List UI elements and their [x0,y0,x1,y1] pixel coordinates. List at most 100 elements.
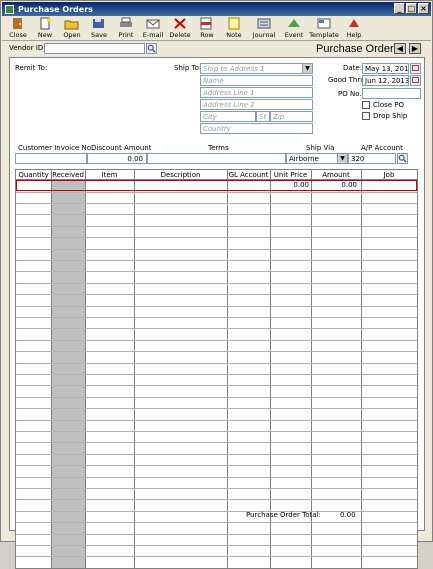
table-row[interactable] [16,191,417,193]
ap-account-field[interactable]: 320 [348,153,396,164]
table-row[interactable] [16,271,417,273]
ship-to-select[interactable]: Ship to Address 1 [200,63,313,74]
ship-state-field[interactable]: St [256,111,270,122]
table-row[interactable] [16,351,417,353]
table-row[interactable] [16,522,417,524]
column-divider [270,170,271,568]
previous-record-button[interactable]: ◀ [394,43,406,54]
purchase-orders-window: Purchase Orders _ □ × Close New Open Sav… [0,0,433,569]
vendor-id-field[interactable] [44,43,145,54]
column-header-gl-account[interactable]: GL Account [227,170,270,180]
table-row[interactable] [16,465,417,467]
close-po-checkbox[interactable] [362,101,370,109]
left-arrow-icon: ◀ [396,44,404,53]
table-row[interactable] [16,237,417,239]
magnifier-icon [147,44,156,53]
table-row[interactable] [16,328,417,330]
terms-field[interactable] [147,153,286,164]
good-thru-field[interactable]: Jun 12, 2013 [362,75,409,86]
template-button[interactable]: Template [309,17,339,39]
help-icon [349,19,359,27]
next-record-button[interactable]: ▶ [409,43,421,54]
print-button[interactable]: Print [114,17,138,39]
drop-ship-label: Drop Ship [373,112,408,120]
column-header-item[interactable]: Item [85,170,134,180]
discount-amount-field[interactable]: 0.00 [87,153,147,164]
vendor-lookup-button[interactable] [146,43,157,54]
column-divider [311,170,312,568]
table-row[interactable] [16,305,417,307]
ship-address-line2-field[interactable]: Address Line 2 [200,99,313,110]
table-row[interactable] [16,373,417,375]
column-header-quantity[interactable]: Quantity [16,170,51,180]
table-row[interactable] [16,316,417,318]
table-row[interactable] [16,225,417,227]
table-row[interactable] [16,442,417,444]
table-row[interactable] [16,510,417,512]
delete-button[interactable]: Delete [168,17,192,39]
new-button[interactable]: New [33,17,57,39]
table-row[interactable] [16,533,417,535]
table-row[interactable] [16,214,417,216]
drop-ship-checkbox[interactable] [362,112,370,120]
column-header-amount[interactable]: Amount [311,170,361,180]
po-number-field[interactable] [362,88,421,99]
table-row[interactable] [16,259,417,261]
column-header-description[interactable]: Description [134,170,227,180]
column-header-received[interactable]: Received [51,170,85,180]
terms-caption: Terms [208,144,229,152]
event-icon [288,19,300,27]
save-button[interactable]: Save [87,17,111,39]
table-row[interactable] [16,248,417,250]
table-row[interactable] [16,396,417,398]
template-icon [317,18,331,29]
table-row[interactable] [16,430,417,432]
date-calendar-button[interactable] [410,63,421,74]
table-row[interactable] [16,487,417,489]
table-row[interactable] [16,419,417,421]
table-row[interactable] [16,339,417,341]
ship-zip-field[interactable]: Zip [270,111,313,122]
journal-button[interactable]: Journal [249,17,279,39]
table-row[interactable] [16,282,417,284]
chevron-down-icon: ▼ [305,65,310,72]
table-row[interactable] [16,385,417,387]
row-button[interactable]: Row [195,17,219,39]
amount-cell[interactable]: 0.00 [313,181,357,189]
email-button[interactable]: E-mail [141,17,165,39]
unit-price-cell[interactable]: 0.00 [272,181,309,189]
good-thru-calendar-button[interactable] [410,75,421,86]
close-po-label: Close PO [373,101,405,109]
table-row[interactable] [16,202,417,204]
help-button[interactable]: Help [342,17,366,39]
ship-to-dropdown-button[interactable]: ▼ [302,63,313,74]
ship-country-field[interactable]: Country [200,123,313,134]
table-row[interactable] [16,556,417,558]
open-button[interactable]: Open [60,17,84,39]
close-window-button[interactable]: × [418,3,429,14]
column-header-job[interactable]: Job [361,170,417,180]
table-row[interactable] [16,362,417,364]
ship-name-field[interactable]: Name [200,75,313,86]
column-divider [134,170,135,568]
note-button[interactable]: Note [222,17,246,39]
table-row[interactable] [16,544,417,546]
date-field[interactable]: May 13, 2013 [362,63,409,74]
ship-address-line1-field[interactable]: Address Line 1 [200,87,313,98]
minimize-button[interactable]: _ [394,3,405,14]
table-row[interactable] [16,294,417,296]
ap-account-lookup-button[interactable] [397,153,408,164]
table-row[interactable] [16,408,417,410]
table-row[interactable] [16,499,417,501]
maximize-button[interactable]: □ [406,3,417,14]
customer-invoice-field[interactable] [15,153,87,164]
row-icon [200,17,212,30]
table-row[interactable] [16,476,417,478]
ship-via-dropdown-button[interactable]: ▼ [337,153,348,164]
column-header-unit-price[interactable]: Unit Price [270,170,311,180]
event-button[interactable]: Event [282,17,306,39]
ship-city-field[interactable]: City [200,111,256,122]
table-row[interactable] [16,453,417,455]
purchase-order-total-label: Purchase Order Total: [246,511,321,519]
close-button[interactable]: Close [6,17,30,39]
